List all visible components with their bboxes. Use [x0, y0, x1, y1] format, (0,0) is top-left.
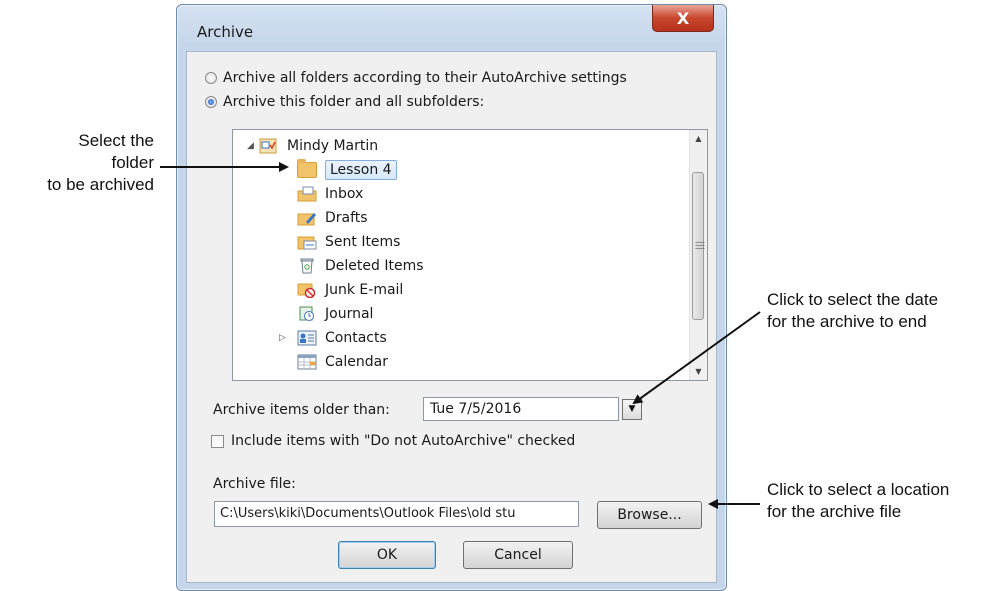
include-do-not-archive-label: Include items with "Do not AutoArchive" … — [231, 433, 576, 449]
scroll-up-arrow-icon[interactable]: ▲ — [690, 130, 707, 147]
sent-items-icon — [297, 234, 317, 250]
tree-item-label: Sent Items — [325, 234, 401, 250]
contacts-icon — [297, 330, 317, 346]
dialog-title: Archive — [197, 23, 254, 41]
close-button[interactable]: X — [652, 5, 714, 32]
grip-icon: — — — — [695, 237, 705, 254]
tree-item-label: Contacts — [325, 330, 387, 346]
tree-item-label: Drafts — [325, 210, 368, 226]
callout-select-date: Click to select the date for the archive… — [767, 289, 938, 333]
browse-button[interactable]: Browse... — [597, 501, 702, 529]
callout-select-folder-line2: to be archived — [47, 175, 154, 194]
tree-item-lesson-4[interactable]: Lesson 4 — [297, 158, 397, 182]
tree-root-mindy-martin[interactable]: ◢ Mindy Martin — [247, 134, 378, 158]
tree-item-label: Journal — [325, 306, 374, 322]
tree-item-sent-items[interactable]: Sent Items — [297, 230, 400, 254]
tree-item-label: Lesson 4 — [325, 160, 397, 180]
tree-scrollbar[interactable]: ▲ — — — ▼ — [689, 130, 707, 380]
folder-tree[interactable]: ◢ Mindy Martin Lesson 4 Inbox Drafts Sen… — [232, 129, 708, 381]
radio-archive-all[interactable]: Archive all folders according to their A… — [205, 70, 627, 86]
callout-select-location-line2: for the archive file — [767, 502, 902, 521]
tree-item-label: Junk E-mail — [325, 282, 404, 298]
archive-older-label: Archive items older than: — [213, 402, 390, 418]
tree-item-calendar[interactable]: Calendar — [297, 350, 388, 374]
inbox-icon — [297, 186, 317, 202]
collapse-arrow-icon[interactable]: ◢ — [247, 141, 259, 151]
callout-select-location: Click to select a location for the archi… — [767, 479, 949, 523]
radio-archive-this-folder[interactable]: Archive this folder and all subfolders: — [205, 94, 484, 110]
scrollbar-thumb[interactable]: — — — — [692, 172, 705, 320]
tree-item-junk-email[interactable]: Junk E-mail — [297, 278, 403, 302]
radio-button-selected[interactable] — [205, 96, 217, 108]
archive-file-label: Archive file: — [213, 476, 296, 492]
deleted-items-icon — [297, 258, 317, 274]
tree-item-label: Calendar — [325, 354, 388, 370]
tree-item-label: Deleted Items — [325, 258, 424, 274]
mailbox-icon — [259, 138, 279, 154]
tree-item-journal[interactable]: Journal — [297, 302, 373, 326]
callout-select-folder-line1: Select the folder — [78, 131, 154, 172]
tree-item-label: Inbox — [325, 186, 364, 202]
dialog-body: Archive all folders according to their A… — [186, 51, 717, 583]
archive-dialog: Archive X Archive all folders according … — [176, 4, 727, 591]
junk-email-icon — [297, 282, 317, 299]
ok-button[interactable]: OK — [338, 541, 436, 569]
archive-date-field[interactable]: Tue 7/5/2016 — [423, 397, 619, 421]
chevron-down-icon: ▼ — [628, 404, 636, 414]
archive-file-field[interactable]: C:\Users\kiki\Documents\Outlook Files\ol… — [214, 501, 579, 527]
date-dropdown-button[interactable]: ▼ — [622, 399, 642, 420]
tree-item-deleted-items[interactable]: Deleted Items — [297, 254, 424, 278]
callout-select-date-line2: for the archive to end — [767, 312, 927, 331]
callout-select-location-line1: Click to select a location — [767, 480, 950, 499]
scroll-down-arrow-icon[interactable]: ▼ — [690, 363, 707, 380]
callout-select-date-line1: Click to select the date — [767, 290, 939, 309]
include-do-not-archive-checkbox[interactable] — [211, 435, 224, 448]
tree-item-inbox[interactable]: Inbox — [297, 182, 363, 206]
cancel-button[interactable]: Cancel — [463, 541, 573, 569]
close-icon: X — [676, 8, 690, 28]
tree-item-contacts[interactable]: ▷ Contacts — [279, 326, 387, 350]
tree-root-label: Mindy Martin — [287, 138, 379, 154]
tree-item-drafts[interactable]: Drafts — [297, 206, 368, 230]
expand-arrow-icon[interactable]: ▷ — [279, 333, 297, 343]
calendar-icon — [297, 354, 317, 370]
drafts-icon — [297, 210, 317, 226]
radio-button[interactable] — [205, 72, 217, 84]
callout-select-folder: Select the folder to be archived — [36, 130, 154, 196]
radio-archive-this-folder-label: Archive this folder and all subfolders: — [223, 94, 485, 110]
journal-icon — [297, 306, 317, 322]
radio-archive-all-label: Archive all folders according to their A… — [223, 70, 627, 86]
folder-icon — [297, 159, 317, 178]
